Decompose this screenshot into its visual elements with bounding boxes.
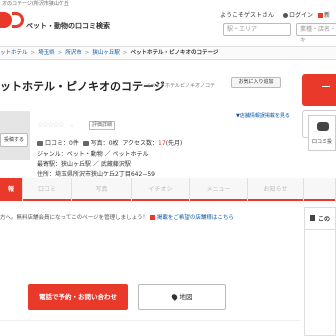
station-line: 最寄駅：狭山ヶ丘駅 ／ 武蔵藤沢駅 <box>37 161 131 168</box>
tab-reviews[interactable]: 口コミ <box>23 178 72 201</box>
post-photo-button[interactable]: 投稿する <box>0 133 28 147</box>
side-panel-title: この <box>318 216 331 223</box>
owner-notice: 方へ。無料店舗会員になってこのページを管理しましょう！ 掲載をご希望の店舗様はこ… <box>0 215 234 221</box>
register-icon <box>318 13 323 18</box>
tab-recommend[interactable]: イチオシ <box>132 178 190 201</box>
keyword-search-input[interactable]: 業種・店名・キ <box>296 23 336 44</box>
breadcrumb-item[interactable]: 狭山ヶ丘駅 <box>92 50 120 56</box>
login-link[interactable]: ログイン <box>283 10 313 19</box>
breadcrumb-item[interactable]: ットホテル <box>0 50 28 56</box>
top-action-button[interactable] <box>302 74 336 106</box>
genre-line: ジャンル：ペット・動物 ／ ペットホテル <box>37 151 149 158</box>
post-review-label: 口コミ投 <box>312 139 333 145</box>
site-logo-icon[interactable] <box>0 12 24 28</box>
flag-icon <box>149 215 155 220</box>
owner-signup-link[interactable]: 掲載をご希望の店舗様はこちら <box>157 215 234 221</box>
register-link[interactable]: 新 <box>318 10 330 19</box>
document-icon <box>310 215 315 221</box>
post-review-button[interactable]: 口コミ投 <box>308 115 336 151</box>
speech-bubble-icon <box>317 122 329 131</box>
page-title-strip: オのコテージ(所沢市狭山ケ丘 <box>2 1 69 7</box>
address-line: 住所：埼玉県所沢市狭山ケ丘2丁目642−59 <box>37 171 155 178</box>
rating-stars: ☆☆☆☆☆ <box>37 121 64 129</box>
tab-photos[interactable]: 写真 <box>72 178 132 201</box>
breadcrumb-item[interactable]: 埼玉県 <box>38 50 55 56</box>
rating-score: - <box>71 123 73 129</box>
phone-reserve-button[interactable]: 電話で予約・お問い合わせ <box>28 284 128 310</box>
site-header: ペット・動物の口コミ検索 ようこそゲストさん ログイン 新 駅・エリア 業種・店… <box>0 9 336 44</box>
area-search-input[interactable]: 駅・エリア <box>223 23 291 36</box>
business-kana: (ペットホテルピノキオノコテ <box>148 83 215 89</box>
stats-line: 口コミ：0件 写真：0枚 アクセス数：17(先月) <box>37 138 182 147</box>
camera-icon <box>82 141 89 146</box>
access-count: 17 <box>158 140 166 147</box>
photo-placeholder: 投稿する <box>0 111 30 160</box>
user-icon <box>283 13 288 18</box>
welcome-text: ようこそゲストさん <box>220 12 275 19</box>
comment-icon <box>37 141 43 146</box>
breadcrumb: ットホテル > 埼玉県 > 所沢市 > 狭山ヶ丘駅 > ペットホテル・ピノキオのコテージ <box>0 46 336 60</box>
map-button[interactable]: 地図 <box>138 284 226 310</box>
side-panel: この <box>304 207 336 336</box>
breadcrumb-item[interactable]: 所沢市 <box>65 50 82 56</box>
report-link[interactable]: ▼店舗情報誤掲載を見る <box>236 112 290 119</box>
breadcrumb-current: ペットホテル・ピノキオのコテージ <box>130 50 219 56</box>
tab-more[interactable] <box>304 178 336 201</box>
divider <box>0 320 300 321</box>
tab-menu[interactable]: メニュー <box>190 178 248 201</box>
add-favorite-button[interactable]: お気に入り追加 <box>231 77 281 88</box>
map-pin-icon <box>170 293 178 301</box>
tab-news[interactable]: お知らせ <box>248 178 304 201</box>
business-name: ットホテル・ピノキオのコテージ <box>0 80 165 93</box>
tab-bar: 報 口コミ 写真 イチオシ メニュー お知らせ <box>0 178 336 201</box>
tab-info[interactable]: 報 <box>0 178 23 201</box>
site-name[interactable]: ペット・動物の口コミ検索 <box>26 21 110 31</box>
rating-detail-button[interactable]: 評価詳細 <box>89 121 115 130</box>
